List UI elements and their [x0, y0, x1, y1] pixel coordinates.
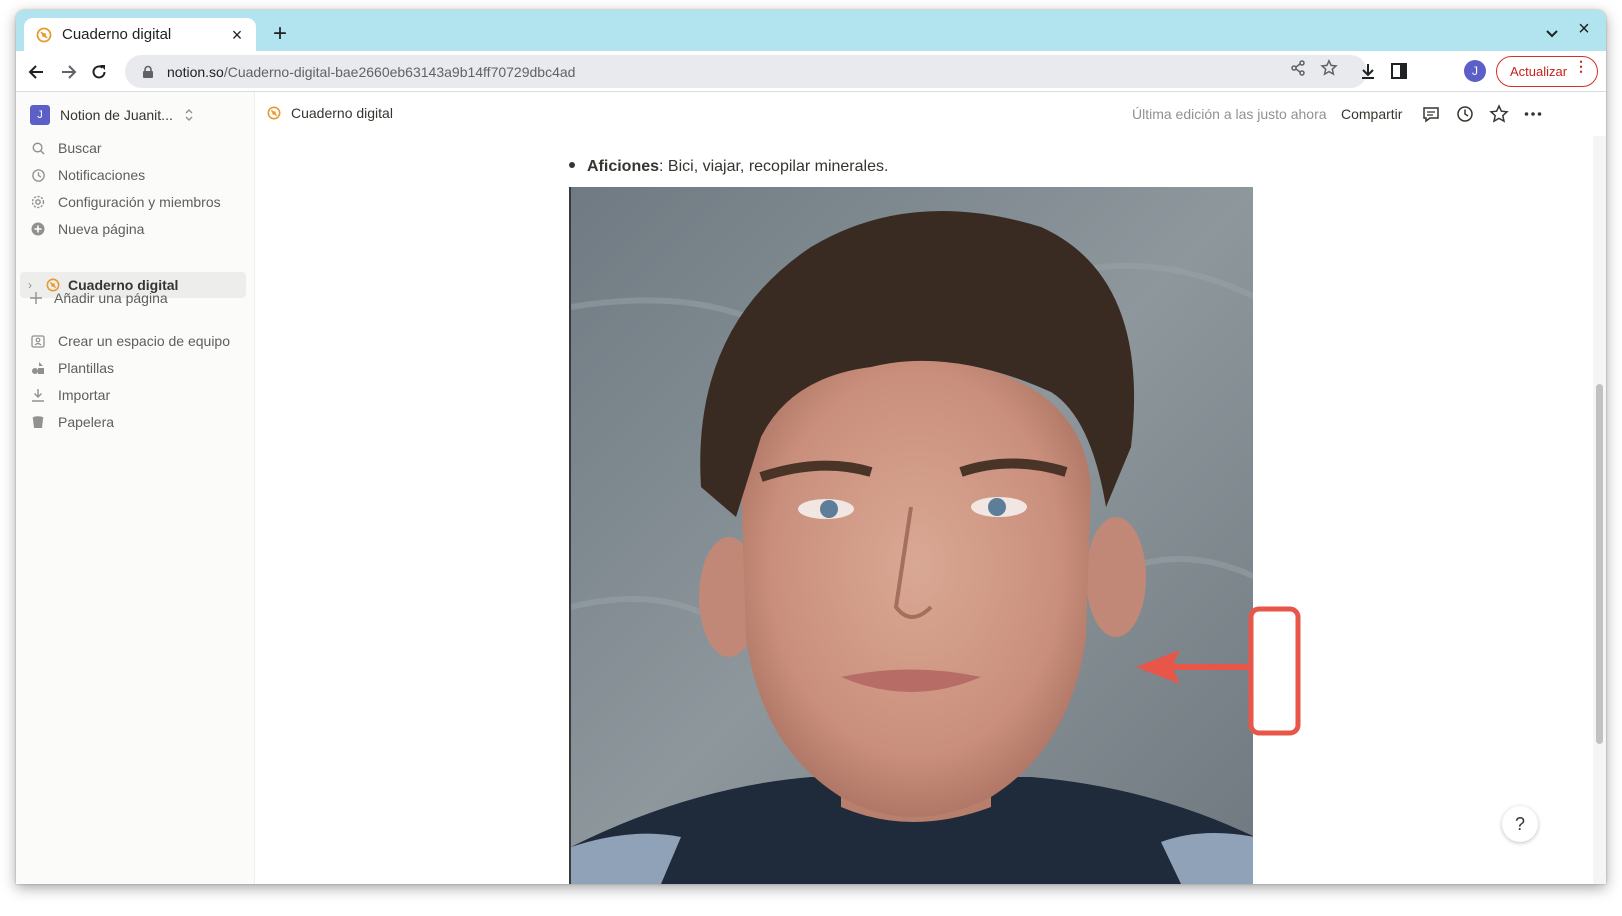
sidebar-item-plantillas[interactable]: Plantillas [30, 356, 245, 380]
sidebar-item-configuracion[interactable]: Configuración y miembros [30, 190, 245, 214]
scrollbar[interactable] [1593, 136, 1606, 884]
sidebar-item-buscar[interactable]: Buscar [30, 136, 245, 160]
breadcrumb-label: Cuaderno digital [291, 105, 393, 121]
portrait-illustration [571, 187, 1253, 884]
notion-favicon-icon [36, 27, 52, 42]
add-page-label: Añadir una página [54, 290, 168, 306]
side-panel-icon[interactable] [1389, 61, 1409, 81]
tab-strip: Cuaderno digital × + × [16, 10, 1606, 51]
sidebar-item-label: Papelera [58, 414, 115, 430]
tab-title: Cuaderno digital [62, 26, 172, 43]
url-path: /Cuaderno-digital-bae2660eb63143a9b14ff7… [223, 63, 576, 80]
profile-avatar[interactable]: J [1464, 60, 1486, 82]
lock-icon [143, 65, 153, 78]
download-icon[interactable] [1358, 61, 1378, 81]
bullet-text: : Bici, viajar, recopilar minerales. [659, 158, 889, 175]
workspace-avatar: J [30, 105, 50, 125]
chevron-down-icon[interactable] [1540, 21, 1564, 45]
reload-button[interactable] [86, 59, 112, 85]
last-edited-text: Última edición a las justo ahora [1132, 106, 1327, 122]
portrait-image[interactable] [569, 187, 1253, 884]
tab-close-icon[interactable]: × [228, 26, 246, 44]
team-icon [31, 335, 45, 348]
workspace-name: Notion de Juanit... [60, 107, 173, 123]
url-host: notion.so [167, 63, 224, 80]
page-content: Aficiones: Bici, viajar, recopilar miner… [255, 136, 1591, 884]
window-close-button[interactable]: × [1572, 18, 1596, 41]
sidebar-item-label: Nueva página [58, 221, 145, 237]
share-icon[interactable] [1289, 59, 1307, 77]
more-options-icon[interactable] [1523, 104, 1543, 124]
sidebar-item-crear-espacio[interactable]: Crear un espacio de equipo [30, 329, 245, 353]
sidebar-item-label: Buscar [58, 140, 102, 156]
breadcrumb[interactable]: Cuaderno digital [267, 105, 393, 121]
new-tab-button[interactable]: + [266, 20, 294, 48]
plus-circle-icon [31, 222, 45, 236]
update-label: Actualizar [1510, 64, 1568, 79]
scrollbar-thumb[interactable] [1596, 384, 1603, 744]
chevron-updown-icon [185, 109, 193, 121]
notion-sidebar: J Notion de Juanit... Buscar Notificacio… [16, 92, 255, 884]
back-arrow-icon [28, 65, 43, 79]
favorite-star-icon[interactable] [1489, 104, 1509, 124]
bullet-item[interactable]: Aficiones: Bici, viajar, recopilar miner… [569, 158, 888, 176]
clock-icon [31, 168, 45, 182]
sidebar-item-nueva-pagina[interactable]: Nueva página [30, 217, 245, 241]
sidebar-item-label: Crear un espacio de equipo [58, 333, 231, 349]
sidebar-item-papelera[interactable]: Papelera [30, 410, 245, 434]
browser-toolbar: notion.so/Cuaderno-digital-bae2660eb6314… [16, 51, 1606, 92]
sidebar-item-label: Plantillas [58, 360, 115, 376]
page-topbar: Cuaderno digital Última edición a las ju… [255, 92, 1606, 136]
sidebar-item-label: Importar [58, 387, 111, 403]
bullet-bold-label: Aficiones [587, 158, 660, 175]
import-icon [32, 389, 44, 402]
search-icon [32, 142, 45, 155]
forward-button[interactable] [55, 59, 81, 85]
templates-icon [32, 362, 44, 374]
add-page-button[interactable]: Añadir una página [28, 286, 243, 310]
help-button[interactable]: ? [1502, 806, 1538, 842]
sidebar-item-label: Notificaciones [58, 167, 146, 183]
trash-icon [32, 416, 44, 428]
kebab-menu-icon[interactable]: ⋮ [1574, 59, 1588, 73]
update-button[interactable]: Actualizar ⋮ [1496, 56, 1598, 87]
sidebar-item-label: Configuración y miembros [58, 194, 221, 210]
browser-window: Cuaderno digital × + × notion.so/Cuadern… [16, 10, 1606, 884]
browser-tab[interactable]: Cuaderno digital × [24, 18, 256, 51]
share-button[interactable]: Compartir [1341, 106, 1402, 122]
plus-icon [30, 292, 42, 304]
gear-icon [31, 195, 45, 209]
sidebar-item-notificaciones[interactable]: Notificaciones [30, 163, 245, 187]
reload-icon [92, 65, 106, 79]
notion-page-icon [267, 106, 281, 120]
bookmark-star-icon[interactable] [1320, 59, 1338, 77]
sidebar-item-importar[interactable]: Importar [30, 383, 245, 407]
back-button[interactable] [24, 59, 50, 85]
bullet-dot [569, 161, 575, 168]
history-clock-icon[interactable] [1455, 104, 1475, 124]
forward-arrow-icon [62, 65, 77, 79]
address-bar[interactable]: notion.so/Cuaderno-digital-bae2660eb6314… [125, 55, 1367, 88]
url-text: notion.so/Cuaderno-digital-bae2660eb6314… [167, 64, 575, 80]
workspace-switcher[interactable]: J Notion de Juanit... [30, 104, 195, 126]
comment-icon[interactable] [1421, 104, 1441, 124]
